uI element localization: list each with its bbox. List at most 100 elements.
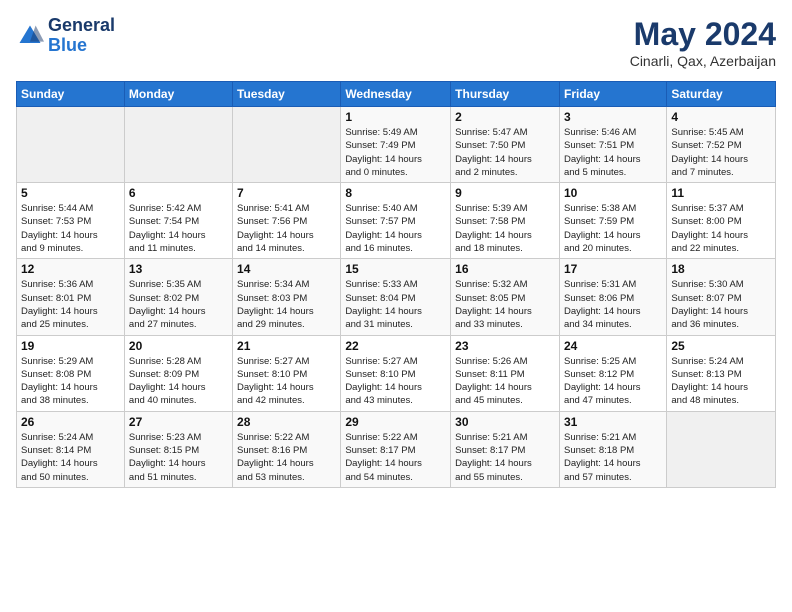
calendar-cell: 20Sunrise: 5:28 AM Sunset: 8:09 PM Dayli… [124,335,232,411]
calendar-cell: 26 Sunrise: 5:24 AM Sunset: 8:14 PM Dayli… [17,411,125,487]
day-info: Sunrise: 5:25 AM Sunset: 8:12 PM Dayligh… [564,355,662,408]
day-info: Sunrise: 5:35 AM Sunset: 8:02 PM Dayligh… [129,278,228,331]
day-info: Sunrise: 5:24 AM Sunset: 8:14 PM Dayligh… [21,431,120,484]
logo: General Blue [16,16,115,56]
day-number: 26 [21,415,120,429]
day-number: 28 [237,415,336,429]
calendar-cell: 11Sunrise: 5:37 AM Sunset: 8:00 PM Dayli… [667,183,776,259]
day-number: 29 [345,415,446,429]
calendar-cell: 28 Sunrise: 5:22 AM Sunset: 8:16 PM Dayli… [233,411,341,487]
day-info: Sunrise: 5:22 AM Sunset: 8:16 PM Dayligh… [237,431,336,484]
title-block: May 2024 Cinarli, Qax, Azerbaijan [630,16,776,69]
day-info: Sunrise: 5:34 AM Sunset: 8:03 PM Dayligh… [237,278,336,331]
day-info: Sunrise: 5:47 AM Sunset: 7:50 PM Dayligh… [455,126,555,179]
calendar-cell: 17 Sunrise: 5:31 AM Sunset: 8:06 PM Dayli… [559,259,666,335]
day-info: Sunrise: 5:31 AM Sunset: 8:06 PM Dayligh… [564,278,662,331]
calendar-cell: 23 Sunrise: 5:26 AM Sunset: 8:11 PM Dayli… [451,335,560,411]
day-number: 20 [129,339,228,353]
day-info: Sunrise: 5:21 AM Sunset: 8:18 PM Dayligh… [564,431,662,484]
calendar-cell: 31 Sunrise: 5:21 AM Sunset: 8:18 PM Dayli… [559,411,666,487]
calendar-cell: 9 Sunrise: 5:39 AM Sunset: 7:58 PM Daylig… [451,183,560,259]
day-info: Sunrise: 5:30 AM Sunset: 8:07 PM Dayligh… [671,278,771,331]
day-number: 19 [21,339,120,353]
calendar-week-5: 26 Sunrise: 5:24 AM Sunset: 8:14 PM Dayli… [17,411,776,487]
day-number: 3 [564,110,662,124]
logo-general: General [48,16,115,36]
day-number: 18 [671,262,771,276]
calendar-cell: 3 Sunrise: 5:46 AM Sunset: 7:51 PM Daylig… [559,107,666,183]
weekday-header-saturday: Saturday [667,82,776,107]
day-number: 1 [345,110,446,124]
day-number: 14 [237,262,336,276]
calendar-week-2: 5 Sunrise: 5:44 AM Sunset: 7:53 PM Daylig… [17,183,776,259]
calendar-cell: 12Sunrise: 5:36 AM Sunset: 8:01 PM Dayli… [17,259,125,335]
day-number: 4 [671,110,771,124]
day-info: Sunrise: 5:32 AM Sunset: 8:05 PM Dayligh… [455,278,555,331]
day-number: 17 [564,262,662,276]
day-info: Sunrise: 5:21 AM Sunset: 8:17 PM Dayligh… [455,431,555,484]
weekday-header-friday: Friday [559,82,666,107]
day-number: 2 [455,110,555,124]
logo-blue: Blue [48,36,115,56]
day-info: Sunrise: 5:24 AM Sunset: 8:13 PM Dayligh… [671,355,771,408]
calendar-cell: 25Sunrise: 5:24 AM Sunset: 8:13 PM Dayli… [667,335,776,411]
day-info: Sunrise: 5:44 AM Sunset: 7:53 PM Dayligh… [21,202,120,255]
day-number: 16 [455,262,555,276]
day-number: 7 [237,186,336,200]
calendar-cell: 18 Sunrise: 5:30 AM Sunset: 8:07 PM Dayli… [667,259,776,335]
calendar-cell: 7 Sunrise: 5:41 AM Sunset: 7:56 PM Daylig… [233,183,341,259]
logo-text: General Blue [48,16,115,56]
day-info: Sunrise: 5:27 AM Sunset: 8:10 PM Dayligh… [237,355,336,408]
day-info: Sunrise: 5:22 AM Sunset: 8:17 PM Dayligh… [345,431,446,484]
weekday-header-wednesday: Wednesday [341,82,451,107]
day-number: 21 [237,339,336,353]
calendar-cell [17,107,125,183]
calendar-cell: 13Sunrise: 5:35 AM Sunset: 8:02 PM Dayli… [124,259,232,335]
day-number: 5 [21,186,120,200]
day-number: 30 [455,415,555,429]
calendar-cell: 14 Sunrise: 5:34 AM Sunset: 8:03 PM Dayli… [233,259,341,335]
day-number: 10 [564,186,662,200]
day-info: Sunrise: 5:49 AM Sunset: 7:49 PM Dayligh… [345,126,446,179]
calendar-cell: 1 Sunrise: 5:49 AM Sunset: 7:49 PM Daylig… [341,107,451,183]
calendar-cell: 5 Sunrise: 5:44 AM Sunset: 7:53 PM Daylig… [17,183,125,259]
calendar-cell: 30 Sunrise: 5:21 AM Sunset: 8:17 PM Dayli… [451,411,560,487]
month-title: May 2024 [630,16,776,53]
calendar-cell: 16 Sunrise: 5:32 AM Sunset: 8:05 PM Dayli… [451,259,560,335]
calendar-week-1: 1 Sunrise: 5:49 AM Sunset: 7:49 PM Daylig… [17,107,776,183]
day-info: Sunrise: 5:27 AM Sunset: 8:10 PM Dayligh… [345,355,446,408]
calendar-cell: 24 Sunrise: 5:25 AM Sunset: 8:12 PM Dayli… [559,335,666,411]
day-number: 6 [129,186,228,200]
day-number: 31 [564,415,662,429]
calendar-cell: 27Sunrise: 5:23 AM Sunset: 8:15 PM Dayli… [124,411,232,487]
calendar-cell: 22Sunrise: 5:27 AM Sunset: 8:10 PM Dayli… [341,335,451,411]
day-info: Sunrise: 5:41 AM Sunset: 7:56 PM Dayligh… [237,202,336,255]
calendar-cell: 8 Sunrise: 5:40 AM Sunset: 7:57 PM Daylig… [341,183,451,259]
day-number: 12 [21,262,120,276]
calendar-cell: 2 Sunrise: 5:47 AM Sunset: 7:50 PM Daylig… [451,107,560,183]
calendar-cell: 6Sunrise: 5:42 AM Sunset: 7:54 PM Daylig… [124,183,232,259]
day-info: Sunrise: 5:23 AM Sunset: 8:15 PM Dayligh… [129,431,228,484]
day-info: Sunrise: 5:40 AM Sunset: 7:57 PM Dayligh… [345,202,446,255]
calendar-cell: 4Sunrise: 5:45 AM Sunset: 7:52 PM Daylig… [667,107,776,183]
day-info: Sunrise: 5:39 AM Sunset: 7:58 PM Dayligh… [455,202,555,255]
calendar-cell [124,107,232,183]
day-info: Sunrise: 5:46 AM Sunset: 7:51 PM Dayligh… [564,126,662,179]
day-info: Sunrise: 5:37 AM Sunset: 8:00 PM Dayligh… [671,202,771,255]
calendar-week-4: 19Sunrise: 5:29 AM Sunset: 8:08 PM Dayli… [17,335,776,411]
day-number: 23 [455,339,555,353]
weekday-header-tuesday: Tuesday [233,82,341,107]
weekday-header-monday: Monday [124,82,232,107]
logo-icon [16,22,44,50]
calendar-cell: 21 Sunrise: 5:27 AM Sunset: 8:10 PM Dayli… [233,335,341,411]
calendar-cell: 29 Sunrise: 5:22 AM Sunset: 8:17 PM Dayli… [341,411,451,487]
calendar-cell [233,107,341,183]
day-info: Sunrise: 5:26 AM Sunset: 8:11 PM Dayligh… [455,355,555,408]
weekday-header-thursday: Thursday [451,82,560,107]
day-number: 8 [345,186,446,200]
page-header: General Blue May 2024 Cinarli, Qax, Azer… [16,16,776,69]
calendar-cell: 19Sunrise: 5:29 AM Sunset: 8:08 PM Dayli… [17,335,125,411]
day-number: 15 [345,262,446,276]
day-number: 9 [455,186,555,200]
day-number: 24 [564,339,662,353]
